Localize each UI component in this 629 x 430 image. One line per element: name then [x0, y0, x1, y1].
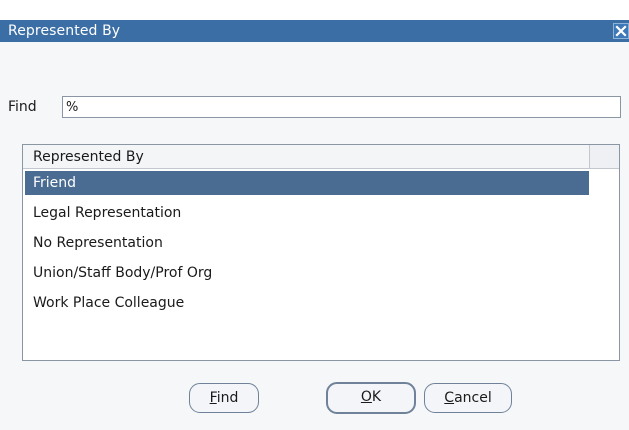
find-button-mnemonic: F [209, 390, 217, 406]
ok-button-label: K [371, 389, 382, 405]
cancel-button[interactable]: Cancel [424, 383, 512, 413]
list-header-corner [590, 145, 619, 169]
ok-button[interactable]: OK [326, 382, 416, 414]
list-column-header[interactable]: Represented By [23, 145, 590, 169]
list-item-legal-representation[interactable]: Legal Representation [23, 198, 589, 228]
cancel-button-label: ancel [454, 390, 492, 406]
top-strip [0, 0, 629, 20]
find-button-label: ind [216, 390, 239, 406]
results-list[interactable]: Represented By Friend Legal Representati… [22, 144, 620, 361]
window-title: Represented By [8, 23, 121, 39]
list-item-no-representation[interactable]: No Representation [23, 228, 589, 258]
find-label: Find [8, 99, 37, 115]
list-item-union-staff-body[interactable]: Union/Staff Body/Prof Org [23, 258, 589, 288]
close-icon [615, 25, 627, 37]
list-item-friend[interactable]: Friend [25, 171, 589, 195]
cancel-button-mnemonic: C [444, 390, 455, 406]
close-button[interactable] [613, 23, 629, 39]
find-button[interactable]: Find [189, 383, 259, 413]
dialog-window: Represented By Find Represented By Frien… [0, 0, 629, 430]
title-bar[interactable]: Represented By [0, 20, 629, 42]
ok-button-mnemonic: O [360, 389, 372, 405]
list-item-work-place-colleague[interactable]: Work Place Colleague [23, 288, 589, 318]
list-rows: Friend Legal Representation No Represent… [23, 171, 619, 318]
find-input[interactable] [62, 96, 621, 118]
